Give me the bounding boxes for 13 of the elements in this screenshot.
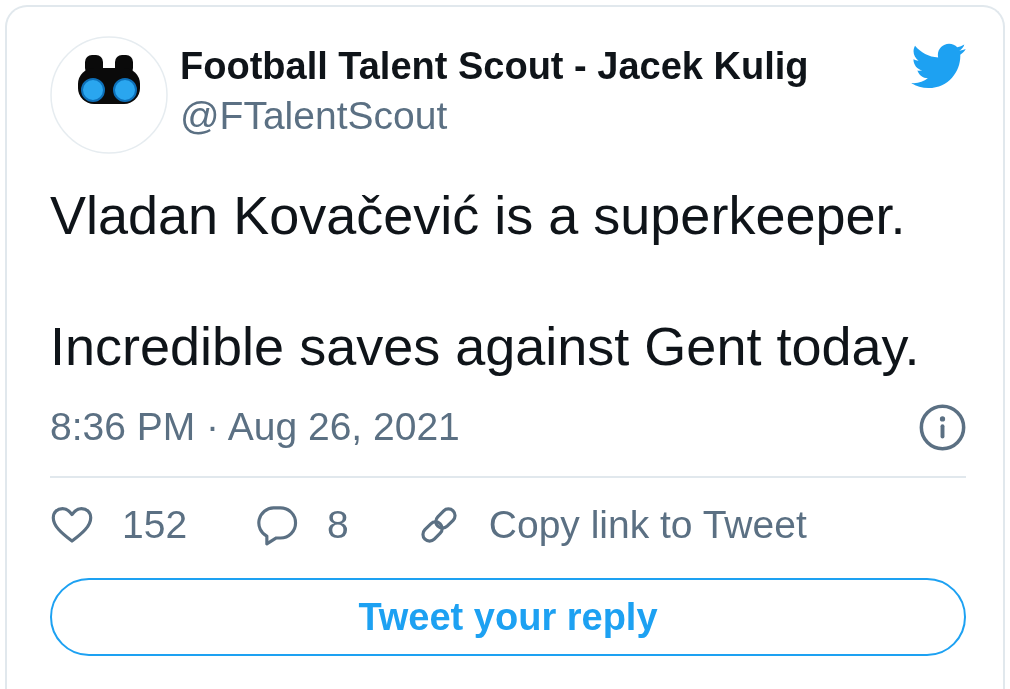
reply-button[interactable]: Tweet your reply [50,578,966,656]
info-icon[interactable] [919,403,966,451]
tweet-timestamp: 8:36 PM · Aug 26, 2021 [50,404,460,450]
speech-bubble-icon [255,504,300,546]
heart-icon [50,504,94,546]
copy-link-button[interactable]: Copy link to Tweet [416,502,807,548]
like-button[interactable]: 152 [50,502,188,548]
author-handle[interactable]: @FTalentScout [180,94,448,138]
tweet-text: Incredible saves against Gent today. [50,315,920,378]
author-name[interactable]: Football Talent Scout - Jacek Kulig [180,44,809,88]
reply-count-button[interactable]: 8 [255,502,349,548]
tweet-text: Vladan Kovačević is a superkeeper. [50,184,906,247]
bird-logo-icon [909,43,966,89]
